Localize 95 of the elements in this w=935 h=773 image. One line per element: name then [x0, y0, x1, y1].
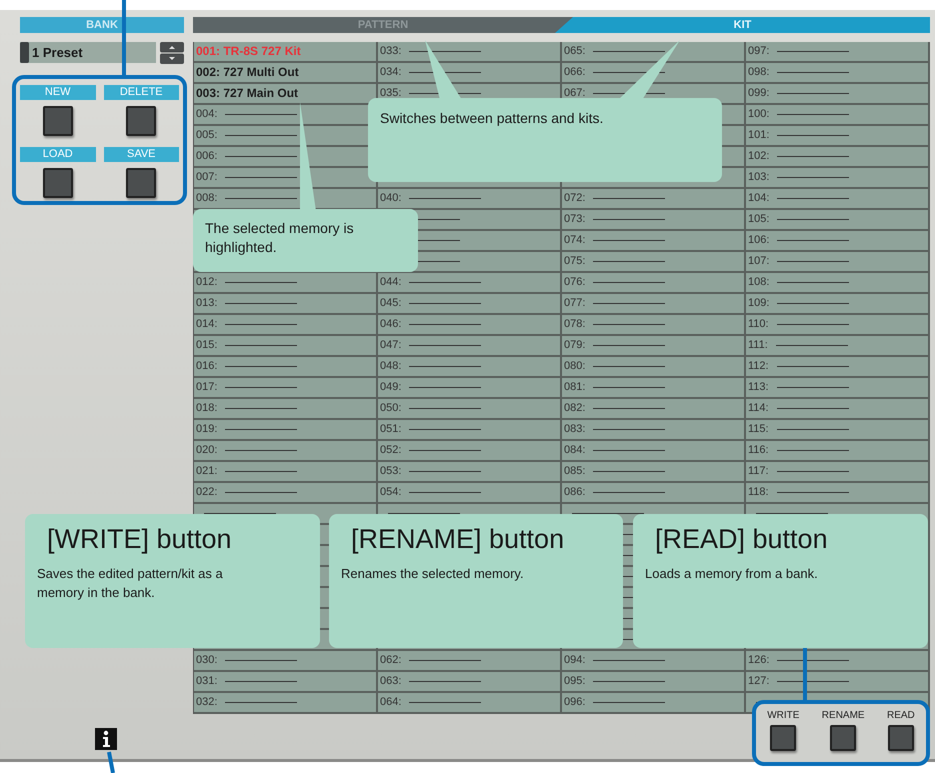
memory-slot[interactable]: 086:	[562, 483, 746, 504]
memory-slot[interactable]: 117:	[746, 462, 930, 483]
memory-slot[interactable]: 015:	[194, 336, 378, 357]
memory-slot[interactable]: 116:	[746, 441, 930, 462]
memory-slot[interactable]: 073:	[562, 210, 746, 231]
memory-slot[interactable]: 074:	[562, 231, 746, 252]
square-button[interactable]	[888, 725, 914, 751]
memory-slot[interactable]: 084:	[562, 441, 746, 462]
memory-slot[interactable]: 030:	[194, 651, 378, 672]
memory-slot[interactable]: 108:	[746, 273, 930, 294]
memory-slot[interactable]: 102:	[746, 147, 930, 168]
memory-slot[interactable]: 100:	[746, 105, 930, 126]
memory-slot[interactable]: 049:	[378, 378, 562, 399]
memory-slot[interactable]: 019:	[194, 420, 378, 441]
memory-slot[interactable]: 054:	[378, 483, 562, 504]
memory-slot[interactable]: 032:	[194, 693, 378, 714]
button-label: DELETE	[104, 85, 179, 100]
memory-slot[interactable]: 127:	[746, 672, 930, 693]
square-button[interactable]	[770, 725, 796, 751]
callout-text: The selected memory is highlighted.	[205, 219, 355, 257]
memory-slot[interactable]: 079:	[562, 336, 746, 357]
memory-slot[interactable]: 046:	[378, 315, 562, 336]
bank-header: BANK	[20, 17, 184, 33]
button-label: READ	[886, 710, 915, 721]
memory-slot[interactable]: 016:	[194, 357, 378, 378]
memory-slot[interactable]: 048:	[378, 357, 562, 378]
callout-text: Renames the selected memory.	[341, 565, 525, 583]
memory-slot[interactable]: 047:	[378, 336, 562, 357]
memory-slot[interactable]: 111:	[746, 336, 930, 357]
memory-slot[interactable]: 097:	[746, 42, 930, 63]
memory-slot[interactable]: 085:	[562, 462, 746, 483]
memory-slot[interactable]: 051:	[378, 420, 562, 441]
memory-slot[interactable]: 109:	[746, 294, 930, 315]
memory-slot[interactable]: 063:	[378, 672, 562, 693]
button-label: NEW	[20, 85, 96, 100]
memory-slot[interactable]: 106:	[746, 231, 930, 252]
square-button[interactable]	[830, 725, 856, 751]
callout-text: Saves the edited pattern/kit as a memory in the bank.	[37, 565, 224, 602]
memory-slot[interactable]: 044:	[378, 273, 562, 294]
callout-title: [WRITE] button	[46, 523, 233, 556]
memory-slot[interactable]: 072:	[562, 189, 746, 210]
memory-slot[interactable]: 020:	[194, 441, 378, 462]
memory-slot[interactable]: 113:	[746, 378, 930, 399]
callout-text: Loads a memory from a bank.	[645, 565, 819, 583]
memory-slot[interactable]: 110:	[746, 315, 930, 336]
memory-slot[interactable]: 099:	[746, 84, 930, 105]
button-label: WRITE	[767, 710, 800, 721]
memory-slot[interactable]: 115:	[746, 420, 930, 441]
memory-slot[interactable]: 062:	[378, 651, 562, 672]
memory-slot[interactable]: 107:	[746, 252, 930, 273]
memory-slot[interactable]: 101:	[746, 126, 930, 147]
memory-slot[interactable]: 118:	[746, 483, 930, 504]
memory-slot[interactable]: 045:	[378, 294, 562, 315]
memory-slot[interactable]: 031:	[194, 672, 378, 693]
memory-slot[interactable]: 017:	[194, 378, 378, 399]
bank-selector[interactable]: 1 Preset	[20, 42, 156, 63]
memory-slot[interactable]: 095:	[562, 672, 746, 693]
spinner-button[interactable]	[160, 42, 184, 64]
memory-slot[interactable]: 022:	[194, 483, 378, 504]
memory-slot[interactable]: 014:	[194, 315, 378, 336]
memory-slot[interactable]: 098:	[746, 63, 930, 84]
memory-slot[interactable]: 075:	[562, 252, 746, 273]
memory-slot[interactable]: 094:	[562, 651, 746, 672]
memory-slot[interactable]: 050:	[378, 399, 562, 420]
memory-slot[interactable]: 053:	[378, 462, 562, 483]
memory-slot[interactable]: 018:	[194, 399, 378, 420]
info-icon[interactable]	[95, 728, 117, 750]
tab[interactable]: KIT	[555, 17, 930, 33]
memory-slot[interactable]: 104:	[746, 189, 930, 210]
memory-slot[interactable]: 083:	[562, 420, 746, 441]
memory-slot[interactable]: 064:	[378, 693, 562, 714]
callout-text: Switches between patterns and kits.	[380, 109, 604, 128]
memory-slot[interactable]: 082:	[562, 399, 746, 420]
button-label: LOAD	[20, 147, 96, 162]
button-label: RENAME	[822, 710, 865, 721]
memory-slot[interactable]: 103:	[746, 168, 930, 189]
memory-slot[interactable]: 077:	[562, 294, 746, 315]
memory-slot[interactable]: 126:	[746, 651, 930, 672]
memory-slot[interactable]: 021:	[194, 462, 378, 483]
memory-slot[interactable]: 052:	[378, 441, 562, 462]
button-label: SAVE	[104, 147, 179, 162]
memory-slot[interactable]: 105:	[746, 210, 930, 231]
memory-slot[interactable]: 096:	[562, 693, 746, 714]
memory-slot[interactable]: 080:	[562, 357, 746, 378]
bank-value: 1 Preset	[32, 45, 83, 60]
memory-slot[interactable]: 013:	[194, 294, 378, 315]
memory-slot[interactable]: 078:	[562, 315, 746, 336]
memory-slot[interactable]: 112:	[746, 357, 930, 378]
memory-slot[interactable]: 002: 727 Multi Out	[194, 63, 378, 84]
leader-line	[107, 752, 115, 773]
memory-slot[interactable]: 114:	[746, 399, 930, 420]
memory-slot[interactable]: 076:	[562, 273, 746, 294]
callout-title: [READ] button	[654, 523, 829, 556]
memory-slot[interactable]: 081:	[562, 378, 746, 399]
callout-title: [RENAME] button	[350, 523, 566, 556]
